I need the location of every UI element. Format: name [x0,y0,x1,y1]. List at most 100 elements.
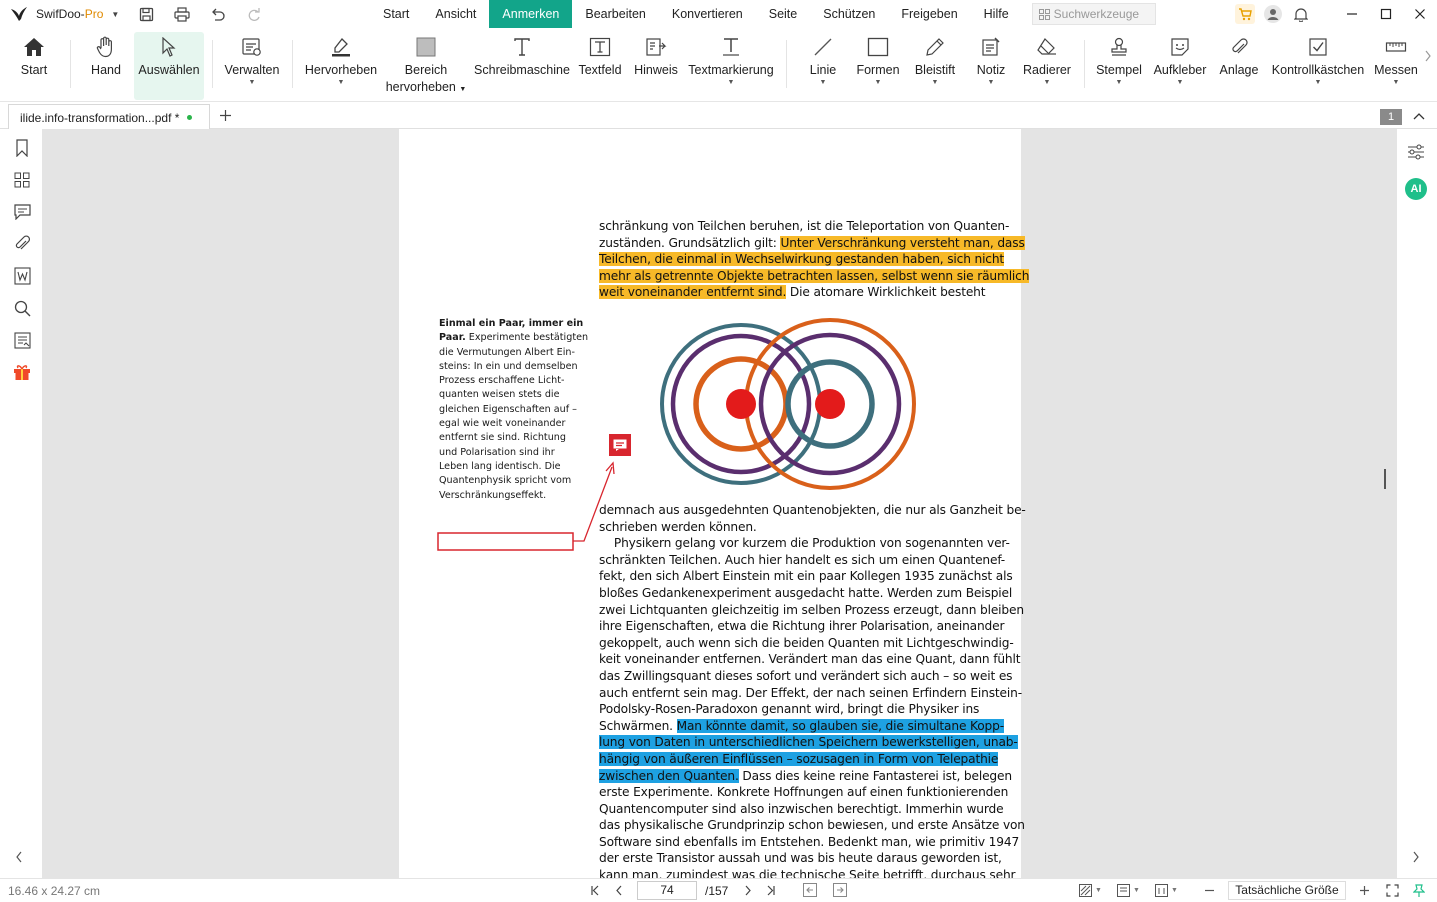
text-line: schränkten Teilchen. Auch hier handelt e… [599,552,1006,567]
next-page-icon[interactable] [744,885,752,896]
fullscreen-icon[interactable] [1386,884,1399,897]
print-icon[interactable] [174,6,190,22]
highlight-yellow[interactable]: weit voneinander entfernt sind. [599,285,786,300]
checkbox-button[interactable]: Kontrollkästchen ▼ [1270,32,1366,98]
hand-tool-button[interactable]: Hand [84,32,128,98]
chevron-down-icon: ▼ [248,79,256,86]
document-tab[interactable]: ilide.info-transformation...pdf * [8,104,210,130]
manage-label: Verwalten [224,63,280,77]
vertical-scrollbar[interactable] [1384,469,1386,489]
prev-page-icon[interactable] [615,885,623,896]
chevron-down-icon: ▼ [874,79,882,86]
collapse-up-icon[interactable] [1413,112,1425,120]
properties-sliders-icon[interactable] [1406,143,1426,161]
two-page-icon[interactable]: ▼ [1155,884,1178,897]
highlight-blue[interactable]: hängig von äußeren Einflüssen – sozusage… [599,751,998,766]
caption-line: steins: In ein und demselben [439,360,578,372]
undo-icon[interactable] [210,7,226,21]
thumbnails-icon[interactable] [11,169,33,191]
attachment-panel-icon[interactable] [11,233,33,255]
highlight-button[interactable]: Hervorheben ▼ [304,32,378,98]
new-tab-icon[interactable] [219,109,232,122]
first-page-icon[interactable] [590,885,600,896]
view-mode-icon[interactable]: ▼ [1079,884,1102,897]
back-view-icon[interactable] [803,883,817,897]
sticker-button[interactable]: Aufkleber ▼ [1150,32,1210,98]
pencil-button[interactable]: Bleistift ▼ [910,32,960,98]
bookmark-icon[interactable] [11,137,33,159]
ai-assistant-icon[interactable]: AI [1405,178,1427,200]
hint-button[interactable]: Hinweis [632,32,680,98]
menu-view[interactable]: Ansicht [422,0,489,28]
select-tool-button[interactable]: Auswählen [134,32,204,100]
forward-view-icon[interactable] [833,883,847,897]
textmark-button[interactable]: Textmarkierung ▼ [686,32,776,98]
textfield-button[interactable]: Textfeld [576,32,624,98]
collapse-left-panel-icon[interactable] [15,851,23,863]
highlight-yellow[interactable]: Unter Verschränkung versteht man, dass [780,235,1025,250]
ribbon-scroll-right-icon[interactable] [1424,50,1432,62]
menu-protect[interactable]: Schützen [810,0,888,28]
zoom-out-icon[interactable] [1204,885,1215,896]
app-menu-chevron-icon[interactable]: ▼ [111,10,119,19]
search-tools-input[interactable]: Suchwerkzeuge [1031,3,1156,25]
highlight-blue[interactable]: lung von Daten in unterschiedlichen Spei… [599,735,1018,750]
measure-button[interactable]: Messen ▼ [1372,32,1420,98]
hand-label: Hand [91,63,121,77]
current-page-input[interactable]: 74 [637,881,697,900]
menu-convert[interactable]: Konvertieren [659,0,756,28]
highlight-yellow[interactable]: mehr als getrennte Objekte betrachten la… [599,268,1029,283]
area-highlight-button[interactable]: Bereich hervorheben ▼ [386,32,466,98]
text-line: Dass dies keine reine Fantasterei ist, b… [738,768,1012,783]
menu-help[interactable]: Hilfe [971,0,1022,28]
pin-icon[interactable] [1413,884,1425,898]
typewriter-button[interactable]: Schreibmaschine [474,32,570,98]
minimize-icon[interactable] [1335,0,1369,28]
highlight-blue[interactable]: Man könnte damit, so glauben sie, die si… [676,718,1004,733]
maximize-icon[interactable] [1369,0,1403,28]
body-paragraph: demnach aus ausgedehnten Quantenobjekten… [599,502,1026,878]
arrow-annotation[interactable] [437,459,617,554]
text-line: demnach aus ausgedehnten Quantenobjekten… [599,503,1026,517]
line-tool-button[interactable]: Linie ▼ [800,32,846,98]
save-icon[interactable] [139,7,154,22]
start-label: Start [20,63,48,77]
menu-page[interactable]: Seite [756,0,811,28]
eraser-button[interactable]: Radierer ▼ [1020,32,1074,98]
close-icon[interactable] [1403,0,1437,28]
comments-icon[interactable] [11,201,33,223]
user-avatar-icon[interactable] [1259,0,1287,28]
manage-button[interactable]: Verwalten ▼ [222,32,282,98]
attachment-button[interactable]: Anlage [1216,32,1262,98]
stamp-button[interactable]: Stempel ▼ [1094,32,1144,98]
start-button[interactable]: Start [14,32,54,98]
document-canvas[interactable]: schränkung von Teilchen beruhen, ist die… [43,129,1396,878]
text-line: ihre Eigenschaften, etwa die Richtung ih… [599,619,1005,634]
text-line: fekt, den sich Albert Einstein mit ein p… [599,569,1013,584]
sticker-icon [1169,32,1191,62]
shapes-button[interactable]: Formen ▼ [852,32,904,98]
redo-icon[interactable] [246,7,262,21]
menu-start[interactable]: Start [370,0,422,28]
note-button[interactable]: Notiz ▼ [970,32,1012,98]
page-layout-icon[interactable]: ▼ [1117,884,1140,897]
comment-annotation-icon[interactable] [609,434,631,456]
menu-share[interactable]: Freigeben [888,0,970,28]
form-fields-icon[interactable] [11,329,33,351]
pdf-page[interactable]: schränkung von Teilchen beruhen, ist die… [399,129,1029,878]
bell-icon[interactable] [1287,0,1315,28]
highlight-yellow[interactable]: Teilchen, die einmal in Wechselwirkung g… [599,252,1004,267]
zoom-in-icon[interactable] [1359,885,1370,896]
cart-icon[interactable] [1231,0,1259,28]
expand-right-panel-icon[interactable] [1412,851,1420,863]
gift-icon[interactable] [11,361,33,383]
search-icon[interactable] [11,297,33,319]
last-page-icon[interactable] [766,885,776,896]
menu-annotate[interactable]: Anmerken [489,0,573,28]
menu-edit[interactable]: Bearbeiten [572,0,658,28]
highlight-blue[interactable]: zwischen den Quanten. [599,768,739,783]
status-bar: 16.46 x 24.27 cm 74 /157 ▼ ▼ ▼ Tatsächli… [0,878,1437,902]
zoom-level-select[interactable]: Tatsächliche Größe [1228,881,1346,900]
word-icon[interactable] [11,265,33,287]
chevron-down-icon: ▼ [1314,79,1322,86]
